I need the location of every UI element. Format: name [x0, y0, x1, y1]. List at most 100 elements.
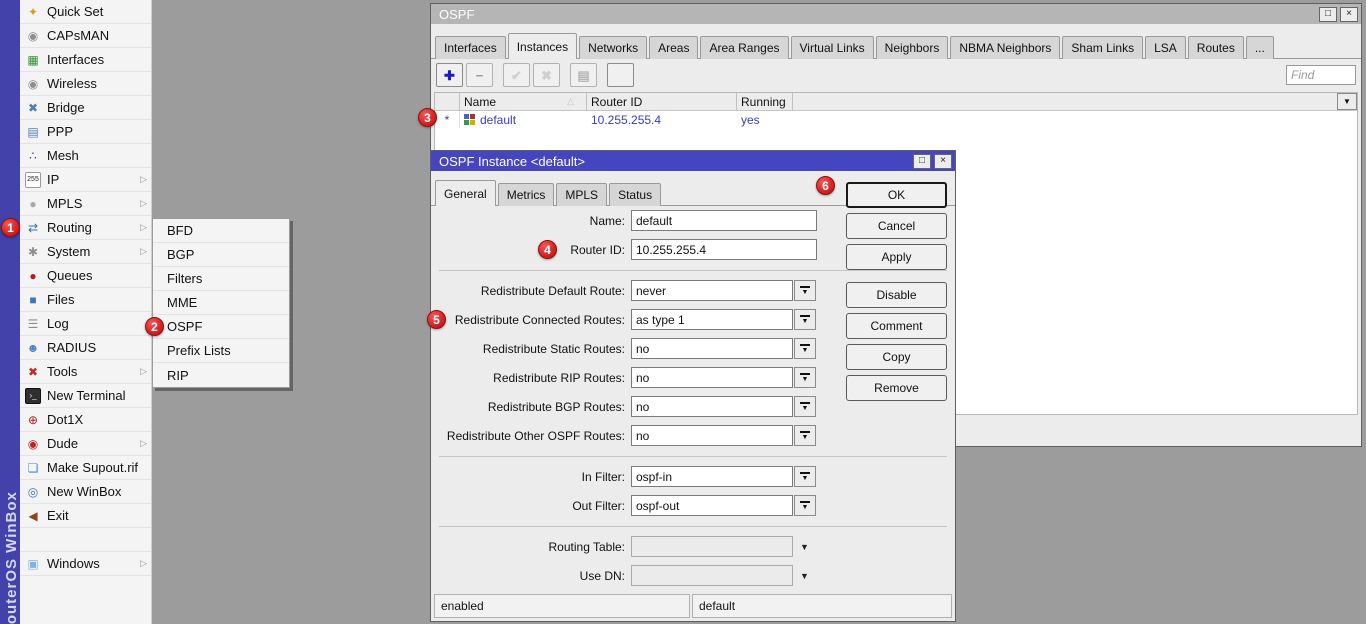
form-row-redistribute-other-ospf-routes: Redistribute Other OSPF Routes:no▼	[431, 421, 955, 450]
close-button[interactable]: ×	[1340, 7, 1358, 22]
remove-button[interactable]: Remove	[846, 375, 947, 401]
table-row[interactable]: *default10.255.255.4yes	[435, 111, 1357, 128]
submenu-item-bgp[interactable]: BGP	[153, 243, 289, 267]
in-filter-dropdown-button[interactable]: ▼	[794, 466, 816, 487]
disable-button[interactable]: Disable	[846, 282, 947, 308]
sidebar-item-quick-set[interactable]: ✦Quick Set	[20, 0, 151, 24]
dialog-titlebar[interactable]: OSPF Instance <default> □ ×	[431, 151, 955, 171]
name-input[interactable]: default	[631, 210, 817, 231]
filter-button[interactable]	[607, 63, 634, 87]
out-filter-value[interactable]: ospf-out	[631, 495, 793, 516]
comment-button[interactable]: Comment	[846, 313, 947, 339]
tab-instances[interactable]: Instances	[508, 33, 577, 59]
tab-neighbors[interactable]: Neighbors	[876, 36, 949, 59]
tab-lsa[interactable]: LSA	[1145, 36, 1186, 59]
redistribute-connected-routes-value[interactable]: as type 1	[631, 309, 793, 330]
sidebar-item-files[interactable]: ■Files	[20, 288, 151, 312]
dialog-maximize-button[interactable]: □	[913, 154, 931, 169]
sidebar-item-exit[interactable]: ◀Exit	[20, 504, 151, 528]
sidebar-item-routing[interactable]: ⇄Routing▷	[20, 216, 151, 240]
submenu-item-rip[interactable]: RIP	[153, 363, 289, 387]
sidebar-item-dude[interactable]: ◉Dude▷	[20, 432, 151, 456]
redistribute-rip-routes-combo[interactable]: no▼	[631, 367, 816, 388]
in-filter-combo[interactable]: ospf-in▼	[631, 466, 816, 487]
redistribute-static-routes-value[interactable]: no	[631, 338, 793, 359]
tab-[interactable]: ...	[1246, 36, 1274, 59]
tab-sham-links[interactable]: Sham Links	[1062, 36, 1143, 59]
redistribute-other-ospf-routes-combo[interactable]: no▼	[631, 425, 816, 446]
make-supout-icon: ❏	[25, 460, 41, 476]
table-header-name[interactable]: Name△	[460, 93, 587, 110]
dialog-tab-status[interactable]: Status	[609, 183, 661, 206]
redistribute-bgp-routes-dropdown-button[interactable]: ▼	[794, 396, 816, 417]
redistribute-default-route-dropdown-button[interactable]: ▼	[794, 280, 816, 301]
column-select-button[interactable]: ▼	[1337, 93, 1357, 110]
dialog-tab-metrics[interactable]: Metrics	[498, 183, 555, 206]
find-input[interactable]	[1286, 65, 1356, 85]
redistribute-other-ospf-routes-dropdown-button[interactable]: ▼	[794, 425, 816, 446]
redistribute-bgp-routes-value[interactable]: no	[631, 396, 793, 417]
minus-button[interactable]: −	[466, 63, 493, 87]
plus-button[interactable]: ✚	[436, 63, 463, 87]
check-button[interactable]: ✔	[503, 63, 530, 87]
cross-button[interactable]: ✖	[533, 63, 560, 87]
redistribute-default-route-value[interactable]: never	[631, 280, 793, 301]
sidebar-item-tools[interactable]: ✖Tools▷	[20, 360, 151, 384]
cancel-button[interactable]: Cancel	[846, 213, 947, 239]
out-filter-combo[interactable]: ospf-out▼	[631, 495, 816, 516]
tab-area-ranges[interactable]: Area Ranges	[700, 36, 788, 59]
sidebar-item-new-winbox[interactable]: ◎New WinBox	[20, 480, 151, 504]
sidebar-item-interfaces[interactable]: ▦Interfaces	[20, 48, 151, 72]
sidebar-item-dot1x[interactable]: ⊕Dot1X	[20, 408, 151, 432]
dialog-tab-mpls[interactable]: MPLS	[556, 183, 607, 206]
sidebar-item-system[interactable]: ✱System▷	[20, 240, 151, 264]
sidebar-item-mpls[interactable]: ●MPLS▷	[20, 192, 151, 216]
table-header-router-id[interactable]: Router ID	[587, 93, 737, 110]
sidebar-item-windows[interactable]: ▣Windows▷	[20, 552, 151, 576]
table-header-running[interactable]: Running	[737, 93, 793, 110]
redistribute-other-ospf-routes-value[interactable]: no	[631, 425, 793, 446]
redistribute-rip-routes-value[interactable]: no	[631, 367, 793, 388]
redistribute-static-routes-combo[interactable]: no▼	[631, 338, 816, 359]
redistribute-default-route-combo[interactable]: never▼	[631, 280, 816, 301]
dialog-tab-general[interactable]: General	[435, 180, 496, 206]
router-id-input[interactable]: 10.255.255.4	[631, 239, 817, 260]
submenu-item-mme[interactable]: MME	[153, 291, 289, 315]
sidebar-item-bridge[interactable]: ✖Bridge	[20, 96, 151, 120]
redistribute-connected-routes-combo[interactable]: as type 1▼	[631, 309, 816, 330]
tab-nbma-neighbors[interactable]: NBMA Neighbors	[950, 36, 1060, 59]
redistribute-connected-routes-dropdown-button[interactable]: ▼	[794, 309, 816, 330]
in-filter-value[interactable]: ospf-in	[631, 466, 793, 487]
sidebar-item-capsman[interactable]: ◉CAPsMAN	[20, 24, 151, 48]
sidebar-item-make-supout-rif[interactable]: ❏Make Supout.rif	[20, 456, 151, 480]
out-filter-dropdown-button[interactable]: ▼	[794, 495, 816, 516]
queues-icon: ●	[25, 268, 41, 284]
comment-card-button[interactable]: ▤	[570, 63, 597, 87]
copy-button[interactable]: Copy	[846, 344, 947, 370]
redistribute-bgp-routes-combo[interactable]: no▼	[631, 396, 816, 417]
sidebar-item-ip[interactable]: 255IP▷	[20, 168, 151, 192]
tab-routes[interactable]: Routes	[1188, 36, 1244, 59]
submenu-item-bfd[interactable]: BFD	[153, 219, 289, 243]
tab-virtual-links[interactable]: Virtual Links	[791, 36, 874, 59]
redistribute-rip-routes-dropdown-button[interactable]: ▼	[794, 367, 816, 388]
submenu-item-ospf[interactable]: OSPF	[153, 315, 289, 339]
ok-button[interactable]: OK	[846, 182, 947, 208]
sidebar-item-wireless[interactable]: ◉Wireless	[20, 72, 151, 96]
sidebar-item-mesh[interactable]: ∴Mesh	[20, 144, 151, 168]
submenu-item-prefix-lists[interactable]: Prefix Lists	[153, 339, 289, 363]
sidebar-item-ppp[interactable]: ▤PPP	[20, 120, 151, 144]
redistribute-static-routes-dropdown-button[interactable]: ▼	[794, 338, 816, 359]
dialog-close-button[interactable]: ×	[934, 154, 952, 169]
sidebar-item-log[interactable]: ☰Log	[20, 312, 151, 336]
tab-networks[interactable]: Networks	[579, 36, 647, 59]
submenu-item-filters[interactable]: Filters	[153, 267, 289, 291]
tab-areas[interactable]: Areas	[649, 36, 698, 59]
sidebar-item-new-terminal[interactable]: ›_New Terminal	[20, 384, 151, 408]
sidebar-item-radius[interactable]: ☻RADIUS	[20, 336, 151, 360]
sidebar-item-queues[interactable]: ●Queues	[20, 264, 151, 288]
apply-button[interactable]: Apply	[846, 244, 947, 270]
maximize-button[interactable]: □	[1319, 7, 1337, 22]
tab-interfaces[interactable]: Interfaces	[435, 36, 506, 59]
ospf-window-titlebar[interactable]: OSPF □ ×	[431, 4, 1361, 24]
